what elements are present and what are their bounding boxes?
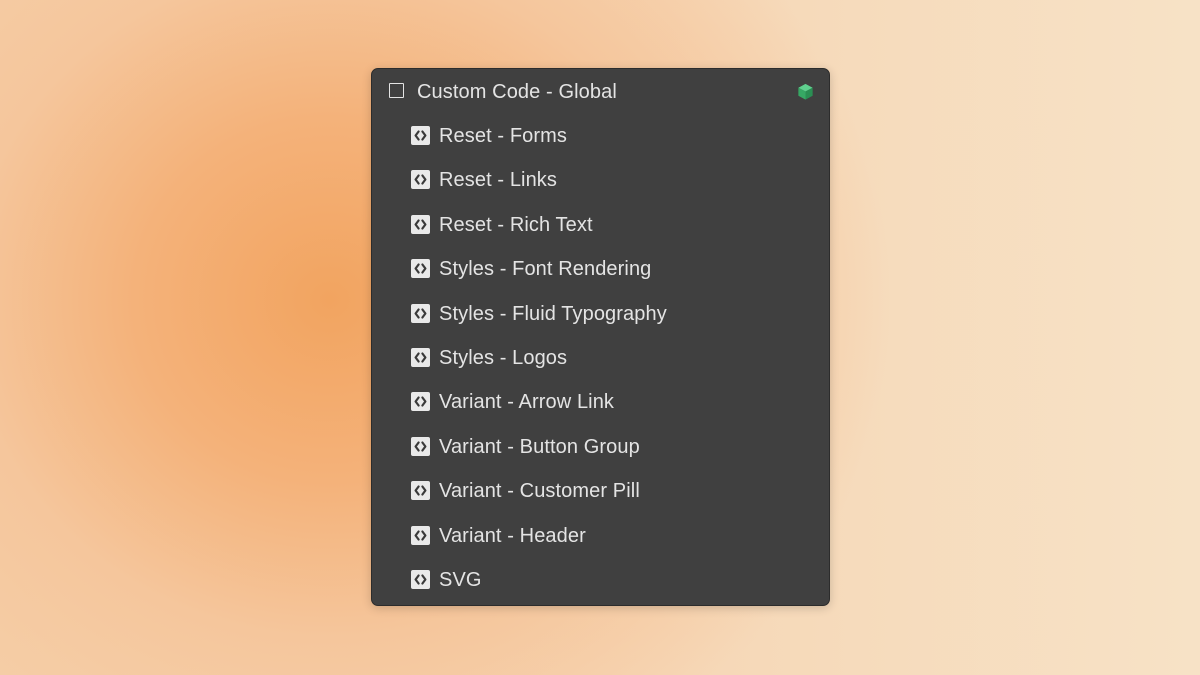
- list-item[interactable]: Reset - Forms: [372, 114, 829, 158]
- list-item-label: Variant - Header: [439, 524, 586, 547]
- cube-icon: [796, 82, 815, 101]
- list-item[interactable]: Variant - Customer Pill: [372, 469, 829, 513]
- root-label: Custom Code - Global: [417, 81, 617, 103]
- list-item[interactable]: Styles - Font Rendering: [372, 247, 829, 291]
- code-icon: [411, 525, 430, 545]
- list-item-label: Styles - Logos: [439, 346, 568, 369]
- list-item-label: Styles - Font Rendering: [439, 258, 652, 281]
- list-item-label: Reset - Links: [439, 169, 558, 192]
- code-icon: [411, 481, 430, 501]
- code-icon: [411, 436, 430, 456]
- list-item[interactable]: Variant - Arrow Link: [372, 380, 829, 424]
- list-item[interactable]: Variant - Header: [372, 514, 829, 558]
- code-icon: [411, 259, 430, 279]
- list-item-label: Styles - Fluid Typography: [439, 302, 667, 325]
- code-list: Reset - Forms Reset - Links Reset - Rich…: [372, 114, 829, 602]
- list-item-label: Reset - Rich Text: [439, 213, 593, 236]
- list-item[interactable]: Reset - Rich Text: [372, 203, 829, 247]
- list-item[interactable]: Reset - Links: [372, 158, 829, 202]
- list-item-label: Reset - Forms: [439, 125, 567, 147]
- list-item[interactable]: Variant - Button Group: [372, 425, 829, 469]
- list-item-label: Variant - Arrow Link: [439, 391, 615, 414]
- code-icon: [411, 303, 430, 323]
- code-icon: [411, 126, 430, 145]
- list-item-label: Variant - Customer Pill: [439, 480, 640, 503]
- list-item-label: Variant - Button Group: [439, 435, 640, 458]
- list-item[interactable]: Styles - Fluid Typography: [372, 292, 829, 336]
- select-checkbox[interactable]: [389, 83, 404, 98]
- code-icon: [411, 392, 430, 412]
- code-icon: [411, 214, 430, 234]
- code-icon: [411, 170, 430, 190]
- list-item[interactable]: SVG: [372, 558, 829, 602]
- code-icon: [411, 347, 430, 367]
- custom-code-panel: Custom Code - Global Reset - Forms Reset…: [371, 68, 830, 606]
- code-icon: [411, 569, 430, 589]
- list-item[interactable]: Styles - Logos: [372, 336, 829, 380]
- list-item-label: SVG: [439, 568, 482, 591]
- root-row[interactable]: Custom Code - Global: [372, 69, 829, 114]
